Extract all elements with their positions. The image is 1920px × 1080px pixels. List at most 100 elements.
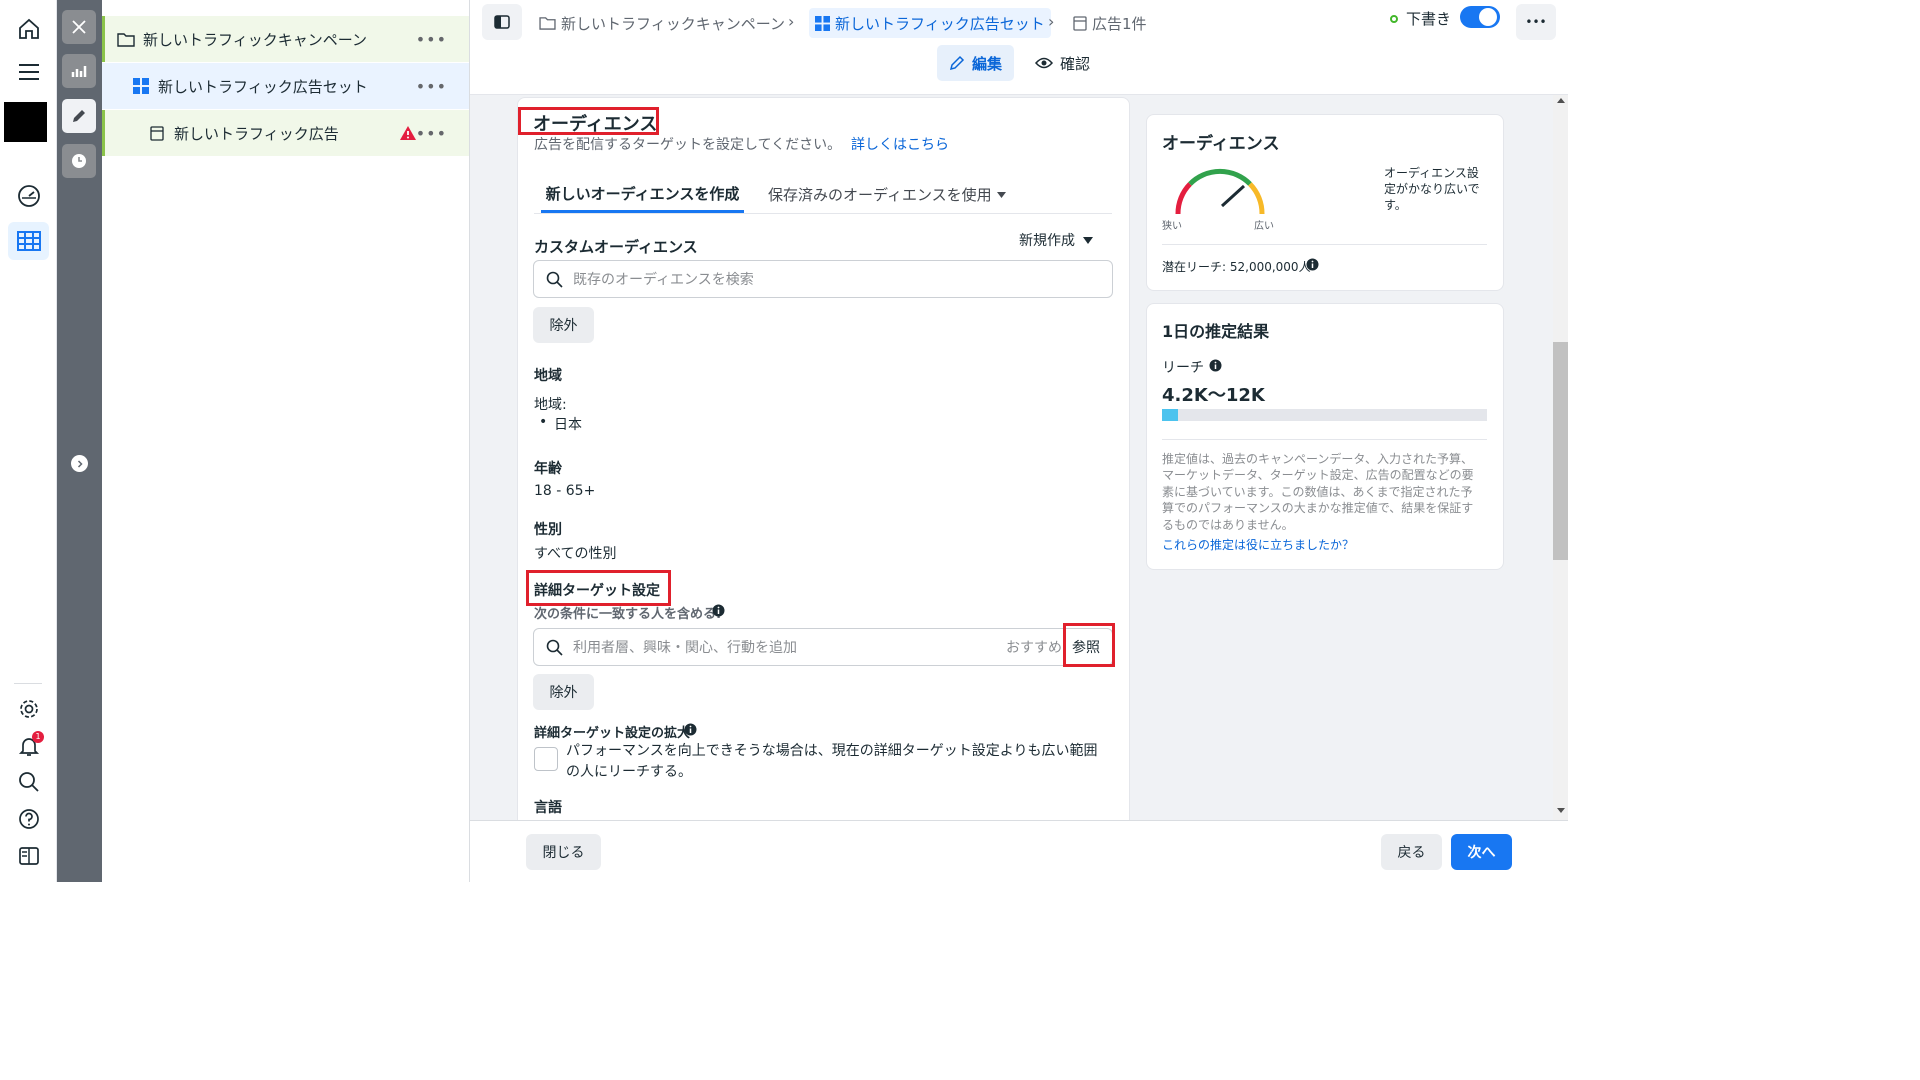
breadcrumb-ad[interactable]: 広告1件 (1073, 8, 1147, 38)
publish-toggle[interactable] (1460, 6, 1500, 28)
suggestions-link[interactable]: おすすめ (1006, 637, 1062, 657)
campaign-tree: 新しいトラフィックキャンペーン ••• 新しいトラフィック広告セット ••• 新… (102, 0, 470, 882)
breadcrumb-ad-label: 広告1件 (1092, 14, 1147, 33)
edit-mode-label: 編集 (972, 54, 1003, 73)
close-editor-button[interactable] (62, 10, 96, 44)
custom-audience-label: カスタムオーディエンス (534, 238, 698, 256)
scroll-down-arrow[interactable] (1557, 808, 1565, 813)
exclude-custom-button[interactable]: 除外 (533, 307, 594, 343)
panel-toggle-icon[interactable] (8, 837, 49, 875)
gender-value: すべての性別 (534, 546, 617, 562)
editor-header: 新しいトラフィックキャンペーン › 新しいトラフィック広告セット › 広告1件 … (470, 0, 1568, 95)
gauge-low-label: 狭い (1162, 221, 1182, 232)
reach-bar (1162, 409, 1487, 421)
tab-saved-audience-label: 保存済みのオーディエンスを使用 (768, 186, 992, 204)
adset-grid-icon (133, 78, 149, 94)
tree-item-adset[interactable]: 新しいトラフィック広告セット ••• (102, 63, 469, 109)
detailed-targeting-sub: 次の条件に一致する人を含める: (534, 607, 722, 622)
exclude-detailed-button[interactable]: 除外 (533, 674, 594, 710)
create-new-label: 新規作成 (1019, 233, 1075, 249)
account-avatar[interactable] (4, 102, 47, 142)
ad-name: 新しいトラフィック広告 (174, 124, 339, 143)
audience-title: オーディエンス (533, 114, 658, 135)
ad-page-icon (150, 125, 164, 141)
location-heading: 地域 (534, 368, 562, 384)
breadcrumb-adset[interactable]: 新しいトラフィック広告セット (809, 8, 1051, 38)
dashboard-gauge-icon[interactable] (8, 177, 49, 215)
ad-page-icon (1073, 15, 1087, 31)
campaign-name: 新しいトラフィックキャンペーン (143, 30, 367, 49)
warning-icon (399, 125, 417, 141)
edit-pencil-icon[interactable] (62, 99, 96, 133)
chart-icon[interactable] (62, 54, 96, 88)
age-heading: 年齢 (534, 461, 562, 477)
more-options-icon[interactable]: ••• (416, 124, 447, 143)
sidebar-toggle-button[interactable] (482, 4, 522, 40)
review-mode-button[interactable]: 確認 (1023, 45, 1102, 81)
info-icon[interactable] (684, 723, 697, 736)
draft-label: 下書き (1406, 10, 1452, 28)
info-icon[interactable] (712, 604, 725, 617)
caret-down-icon (1083, 236, 1093, 244)
menu-icon[interactable] (8, 53, 49, 91)
search-icon (546, 639, 563, 656)
edit-mode-button[interactable]: 編集 (937, 45, 1015, 81)
review-mode-label: 確認 (1060, 54, 1091, 73)
next-button[interactable]: 次へ (1451, 834, 1512, 870)
custom-audience-placeholder: 既存のオーディエンスを検索 (573, 272, 754, 288)
audience-size-title: オーディエンス (1162, 134, 1280, 154)
global-nav-rail: 1 (0, 0, 57, 882)
scroll-thumb[interactable] (1553, 342, 1568, 560)
ads-manager-table-icon[interactable] (8, 222, 49, 260)
search-icon[interactable] (8, 763, 49, 801)
more-options-icon[interactable]: ••• (416, 30, 447, 49)
browse-link[interactable]: 参照 (1072, 637, 1100, 657)
info-icon[interactable] (1306, 258, 1319, 271)
home-icon[interactable] (8, 10, 49, 48)
settings-gear-icon[interactable] (8, 690, 49, 728)
learn-more-link[interactable]: 詳しくはこちら (851, 134, 949, 154)
estimate-feedback-link[interactable]: これらの推定は役に立ちましたか？ (1162, 536, 1354, 553)
expansion-checkbox[interactable] (534, 747, 558, 771)
adset-grid-icon (815, 15, 830, 31)
age-value: 18 - 65+ (534, 483, 596, 499)
location-value: 日本 (554, 417, 582, 433)
reach-value: 4.2K〜12K (1162, 385, 1265, 406)
audience-description: 広告を配信するターゲットを設定してください。 (534, 137, 842, 153)
breadcrumb-campaign-label: 新しいトラフィックキャンペーン (561, 14, 785, 33)
tab-new-audience[interactable]: 新しいオーディエンスを作成 (541, 176, 744, 213)
content-scrollbar[interactable] (1553, 95, 1568, 820)
expand-chevron-icon[interactable] (71, 455, 88, 472)
chevron-right-icon: › (788, 12, 795, 31)
custom-audience-search[interactable]: 既存のオーディエンスを検索 (533, 260, 1113, 298)
back-button[interactable]: 戻る (1381, 834, 1442, 870)
adset-name: 新しいトラフィック広告セット (158, 77, 368, 96)
history-clock-icon[interactable] (62, 144, 96, 178)
breadcrumb-campaign[interactable]: 新しいトラフィックキャンペーン (539, 8, 785, 38)
daily-estimate-title: 1日の推定結果 (1162, 322, 1270, 341)
panel-divider (1162, 439, 1487, 440)
info-icon[interactable] (1209, 359, 1222, 372)
editor-toolbar (57, 0, 102, 882)
pencil-icon (949, 55, 965, 71)
reach-label: リーチ (1162, 360, 1204, 376)
help-icon[interactable] (8, 800, 49, 838)
more-menu-button[interactable]: ••• (1516, 4, 1556, 40)
audience-breadth-gauge (1170, 164, 1270, 219)
folder-icon (117, 32, 135, 47)
eye-icon (1035, 57, 1053, 69)
editor-footer: 閉じる 戻る 次へ (470, 820, 1568, 882)
location-bullet: • (539, 414, 548, 430)
create-new-dropdown[interactable]: 新規作成 (1019, 230, 1093, 250)
more-options-icon[interactable]: ••• (416, 77, 447, 96)
audience-breadth-note: オーディエンス設定がかなり広いです。 (1384, 166, 1480, 212)
language-heading: 言語 (534, 800, 562, 816)
tree-item-campaign[interactable]: 新しいトラフィックキャンペーン ••• (102, 16, 469, 62)
detailed-targeting-heading: 詳細ターゲット設定 (534, 583, 660, 599)
close-button[interactable]: 閉じる (526, 834, 601, 870)
gender-heading: 性別 (534, 522, 562, 538)
tab-saved-audience[interactable]: 保存済みのオーディエンスを使用 (768, 176, 1006, 213)
tree-item-ad[interactable]: 新しいトラフィック広告 ••• (102, 110, 469, 156)
potential-reach: 潜在リーチ: 52,000,000人 (1162, 260, 1311, 274)
scroll-up-arrow[interactable] (1557, 98, 1565, 103)
